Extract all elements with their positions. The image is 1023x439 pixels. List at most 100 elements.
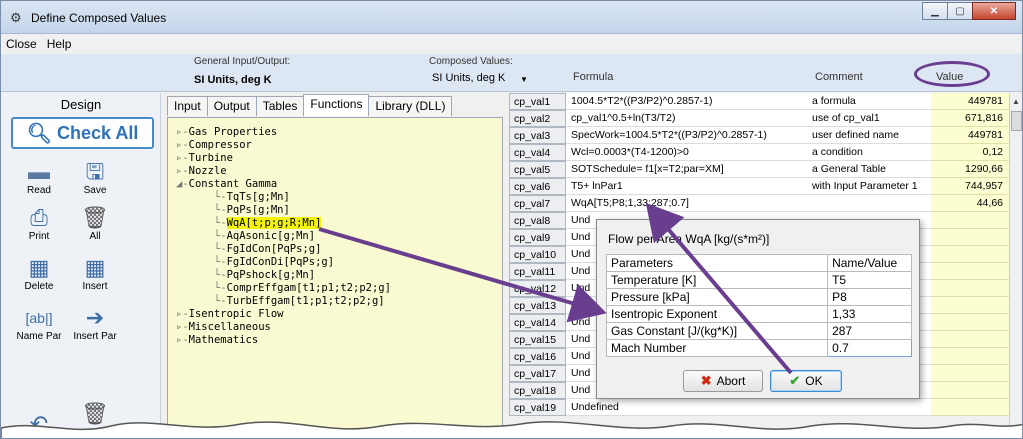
tree-expander-icon[interactable]: ▹- — [176, 165, 189, 177]
delete-all-button[interactable]: 🗑︎ All — [65, 205, 125, 242]
abort-button[interactable]: ✖ Abort — [683, 370, 763, 392]
save-button[interactable]: 🖫 Save — [65, 159, 125, 196]
check-all-button[interactable]: 🔍︎ Check All — [11, 117, 154, 149]
tree-function-item[interactable]: └-FgIdCon[PqPs;g] — [176, 243, 391, 256]
row-name-cell[interactable]: cp_val9 — [509, 229, 566, 246]
value-cell — [931, 348, 1009, 365]
row-name-cell[interactable]: cp_val5 — [509, 161, 566, 178]
col-header-comment: Comment — [815, 71, 863, 83]
table-row[interactable]: cp_val3 SpecWork=1004.5*T2*((P3/P2)^0.285… — [509, 127, 1009, 144]
row-name-cell[interactable]: cp_val14 — [509, 314, 566, 331]
row-name-cell[interactable]: cp_val18 — [509, 382, 566, 399]
row-name-cell[interactable]: cp_val4 — [509, 144, 566, 161]
table-row[interactable]: cp_val2 cp_val1^0.5+ln(T3/T2) use of cp_va… — [509, 110, 1009, 127]
save-label: Save — [83, 185, 107, 196]
param-value-input[interactable]: 287 — [827, 322, 912, 340]
tree-function-item[interactable]: └-ComprEffgam[t1;p1;t2;p2;g] — [176, 282, 391, 295]
tree-function-item[interactable]: └-TqTs[g;Mn] — [176, 191, 391, 204]
tree-category[interactable]: ▹-Mathematics — [176, 334, 391, 347]
row-name-cell[interactable]: cp_val11 — [509, 263, 566, 280]
formula-cell[interactable]: Wcl=0.0003*(T4-1200)>0 — [566, 144, 806, 161]
tree-category[interactable]: ▹-Compressor — [176, 139, 391, 152]
param-value-input[interactable]: 0.7 — [827, 339, 912, 357]
tree-category[interactable]: ▹-Gas Properties — [176, 126, 391, 139]
formula-cell[interactable]: WqA[T5;P8;1,33;287;0.7] — [566, 195, 806, 212]
tab-tables[interactable]: Tables — [255, 96, 305, 116]
composed-units-select[interactable]: SI Units, deg K ▼ — [432, 72, 532, 90]
tree-expander-icon[interactable]: ▹- — [176, 321, 189, 333]
formula-cell[interactable]: SpecWork=1004.5*T2*((P3/P2)^0.2857-1) — [566, 127, 806, 144]
tree-category[interactable]: ◢-Constant Gamma — [176, 178, 391, 191]
tree-expander-icon[interactable]: ◢- — [176, 178, 189, 190]
comment-cell[interactable]: a General Table — [806, 161, 931, 178]
row-name-cell[interactable]: cp_val1 — [509, 93, 566, 110]
tab-library[interactable]: Library (DLL) — [368, 96, 453, 116]
comment-cell[interactable]: a formula — [806, 93, 931, 110]
insert-par-label: Insert Par — [73, 331, 117, 342]
tree-category[interactable]: ▹-Isentropic Flow — [176, 308, 391, 321]
menu-close[interactable]: Close — [1, 37, 42, 51]
table-row[interactable]: cp_val1 1004.5*T2*((P3/P2)^0.2857-1) a for… — [509, 93, 1009, 110]
tree-category[interactable]: ▹-Nozzle — [176, 165, 391, 178]
param-value-input[interactable]: T5 — [827, 271, 912, 289]
tree-expander-icon[interactable]: ▹- — [176, 308, 189, 320]
comment-cell[interactable]: use of cp_val1 — [806, 110, 931, 127]
row-name-cell[interactable]: cp_val15 — [509, 331, 566, 348]
read-button[interactable]: ▬ Read — [9, 159, 69, 196]
tree-category[interactable]: ▹-Miscellaneous — [176, 321, 391, 334]
comment-cell[interactable]: user defined name — [806, 127, 931, 144]
tree-function-item[interactable]: └-TurbEffgam[t1;p1;t2;p2;g] — [176, 295, 391, 308]
tree-expander-icon[interactable]: ▹- — [176, 152, 189, 164]
row-name-cell[interactable]: cp_val8 — [509, 212, 566, 229]
row-name-cell[interactable]: cp_val2 — [509, 110, 566, 127]
scroll-thumb[interactable] — [1011, 111, 1022, 131]
tree-expander-icon[interactable]: ▹- — [176, 139, 189, 151]
formula-cell[interactable]: 1004.5*T2*((P3/P2)^0.2857-1) — [566, 93, 806, 110]
ok-button[interactable]: ✔ OK — [770, 370, 842, 392]
param-value-input[interactable]: 1,33 — [827, 305, 912, 323]
row-name-cell[interactable]: cp_val10 — [509, 246, 566, 263]
formula-cell[interactable]: T5+ lnPar1 — [566, 178, 806, 195]
comment-cell[interactable] — [806, 195, 931, 212]
row-name-cell[interactable]: cp_val17 — [509, 365, 566, 382]
printer-icon: ⎙ — [30, 205, 48, 230]
menu-help[interactable]: Help — [42, 37, 77, 51]
tab-functions[interactable]: Functions — [303, 94, 370, 116]
table-row[interactable]: cp_val5 SOTSchedule= f1[x=T2;par=XM] a Gen… — [509, 161, 1009, 178]
row-name-cell[interactable]: cp_val13 — [509, 297, 566, 314]
tree-category[interactable]: ▹-Turbine — [176, 152, 391, 165]
formula-cell[interactable]: SOTSchedule= f1[x=T2;par=XM] — [566, 161, 806, 178]
comment-cell[interactable]: with Input Parameter 1 — [806, 178, 931, 195]
row-name-cell[interactable]: cp_val7 — [509, 195, 566, 212]
tab-input[interactable]: Input — [167, 96, 208, 116]
tree-function-item[interactable]: └-PqPs[g;Mn] — [176, 204, 391, 217]
insert-par-button[interactable]: ➔ Insert Par — [65, 305, 125, 342]
row-name-cell[interactable]: cp_val6 — [509, 178, 566, 195]
name-par-button[interactable]: [ab|] Name Par — [9, 305, 69, 342]
minimize-icon[interactable]: ▁ — [922, 2, 948, 20]
comment-cell[interactable]: a condition — [806, 144, 931, 161]
param-value-input[interactable]: P8 — [827, 288, 912, 306]
close-icon[interactable]: ✕ — [972, 2, 1016, 20]
tab-output[interactable]: Output — [206, 96, 257, 116]
insert-button[interactable]: ▦ Insert — [65, 255, 125, 292]
delete-button[interactable]: ▦ Delete — [9, 255, 69, 292]
table-row[interactable]: cp_val6 T5+ lnPar1 with Input Parameter 17… — [509, 178, 1009, 195]
row-name-cell[interactable]: cp_val16 — [509, 348, 566, 365]
maximize-icon[interactable]: ▢ — [947, 2, 973, 20]
window-title: Define Composed Values — [31, 11, 167, 25]
tree-expander-icon[interactable]: ▹- — [176, 334, 189, 346]
scroll-up-icon[interactable]: ▲ — [1012, 97, 1020, 106]
print-button[interactable]: ⎙ Print — [9, 205, 69, 242]
formula-cell[interactable]: cp_val1^0.5+ln(T3/T2) — [566, 110, 806, 127]
table-row[interactable]: cp_val4 Wcl=0.0003*(T4-1200)>0 a condition… — [509, 144, 1009, 161]
tree-function-item[interactable]: └-AqAsonic[g;Mn] — [176, 230, 391, 243]
row-name-cell[interactable]: cp_val3 — [509, 127, 566, 144]
tree-expander-icon[interactable]: ▹- — [176, 126, 189, 138]
tree-function-item[interactable]: └-PqPshock[g;Mn] — [176, 269, 391, 282]
tree-function-item[interactable]: └-FgIdConDi[PqPs;g] — [176, 256, 391, 269]
table-row[interactable]: cp_val7 WqA[T5;P8;1,33;287;0.7] 44,66 — [509, 195, 1009, 212]
grid-scrollbar[interactable]: ▲ — [1009, 93, 1022, 438]
tree-function-item[interactable]: └-WqA[t;p;g;R;Mn] — [176, 217, 391, 230]
row-name-cell[interactable]: cp_val12 — [509, 280, 566, 297]
